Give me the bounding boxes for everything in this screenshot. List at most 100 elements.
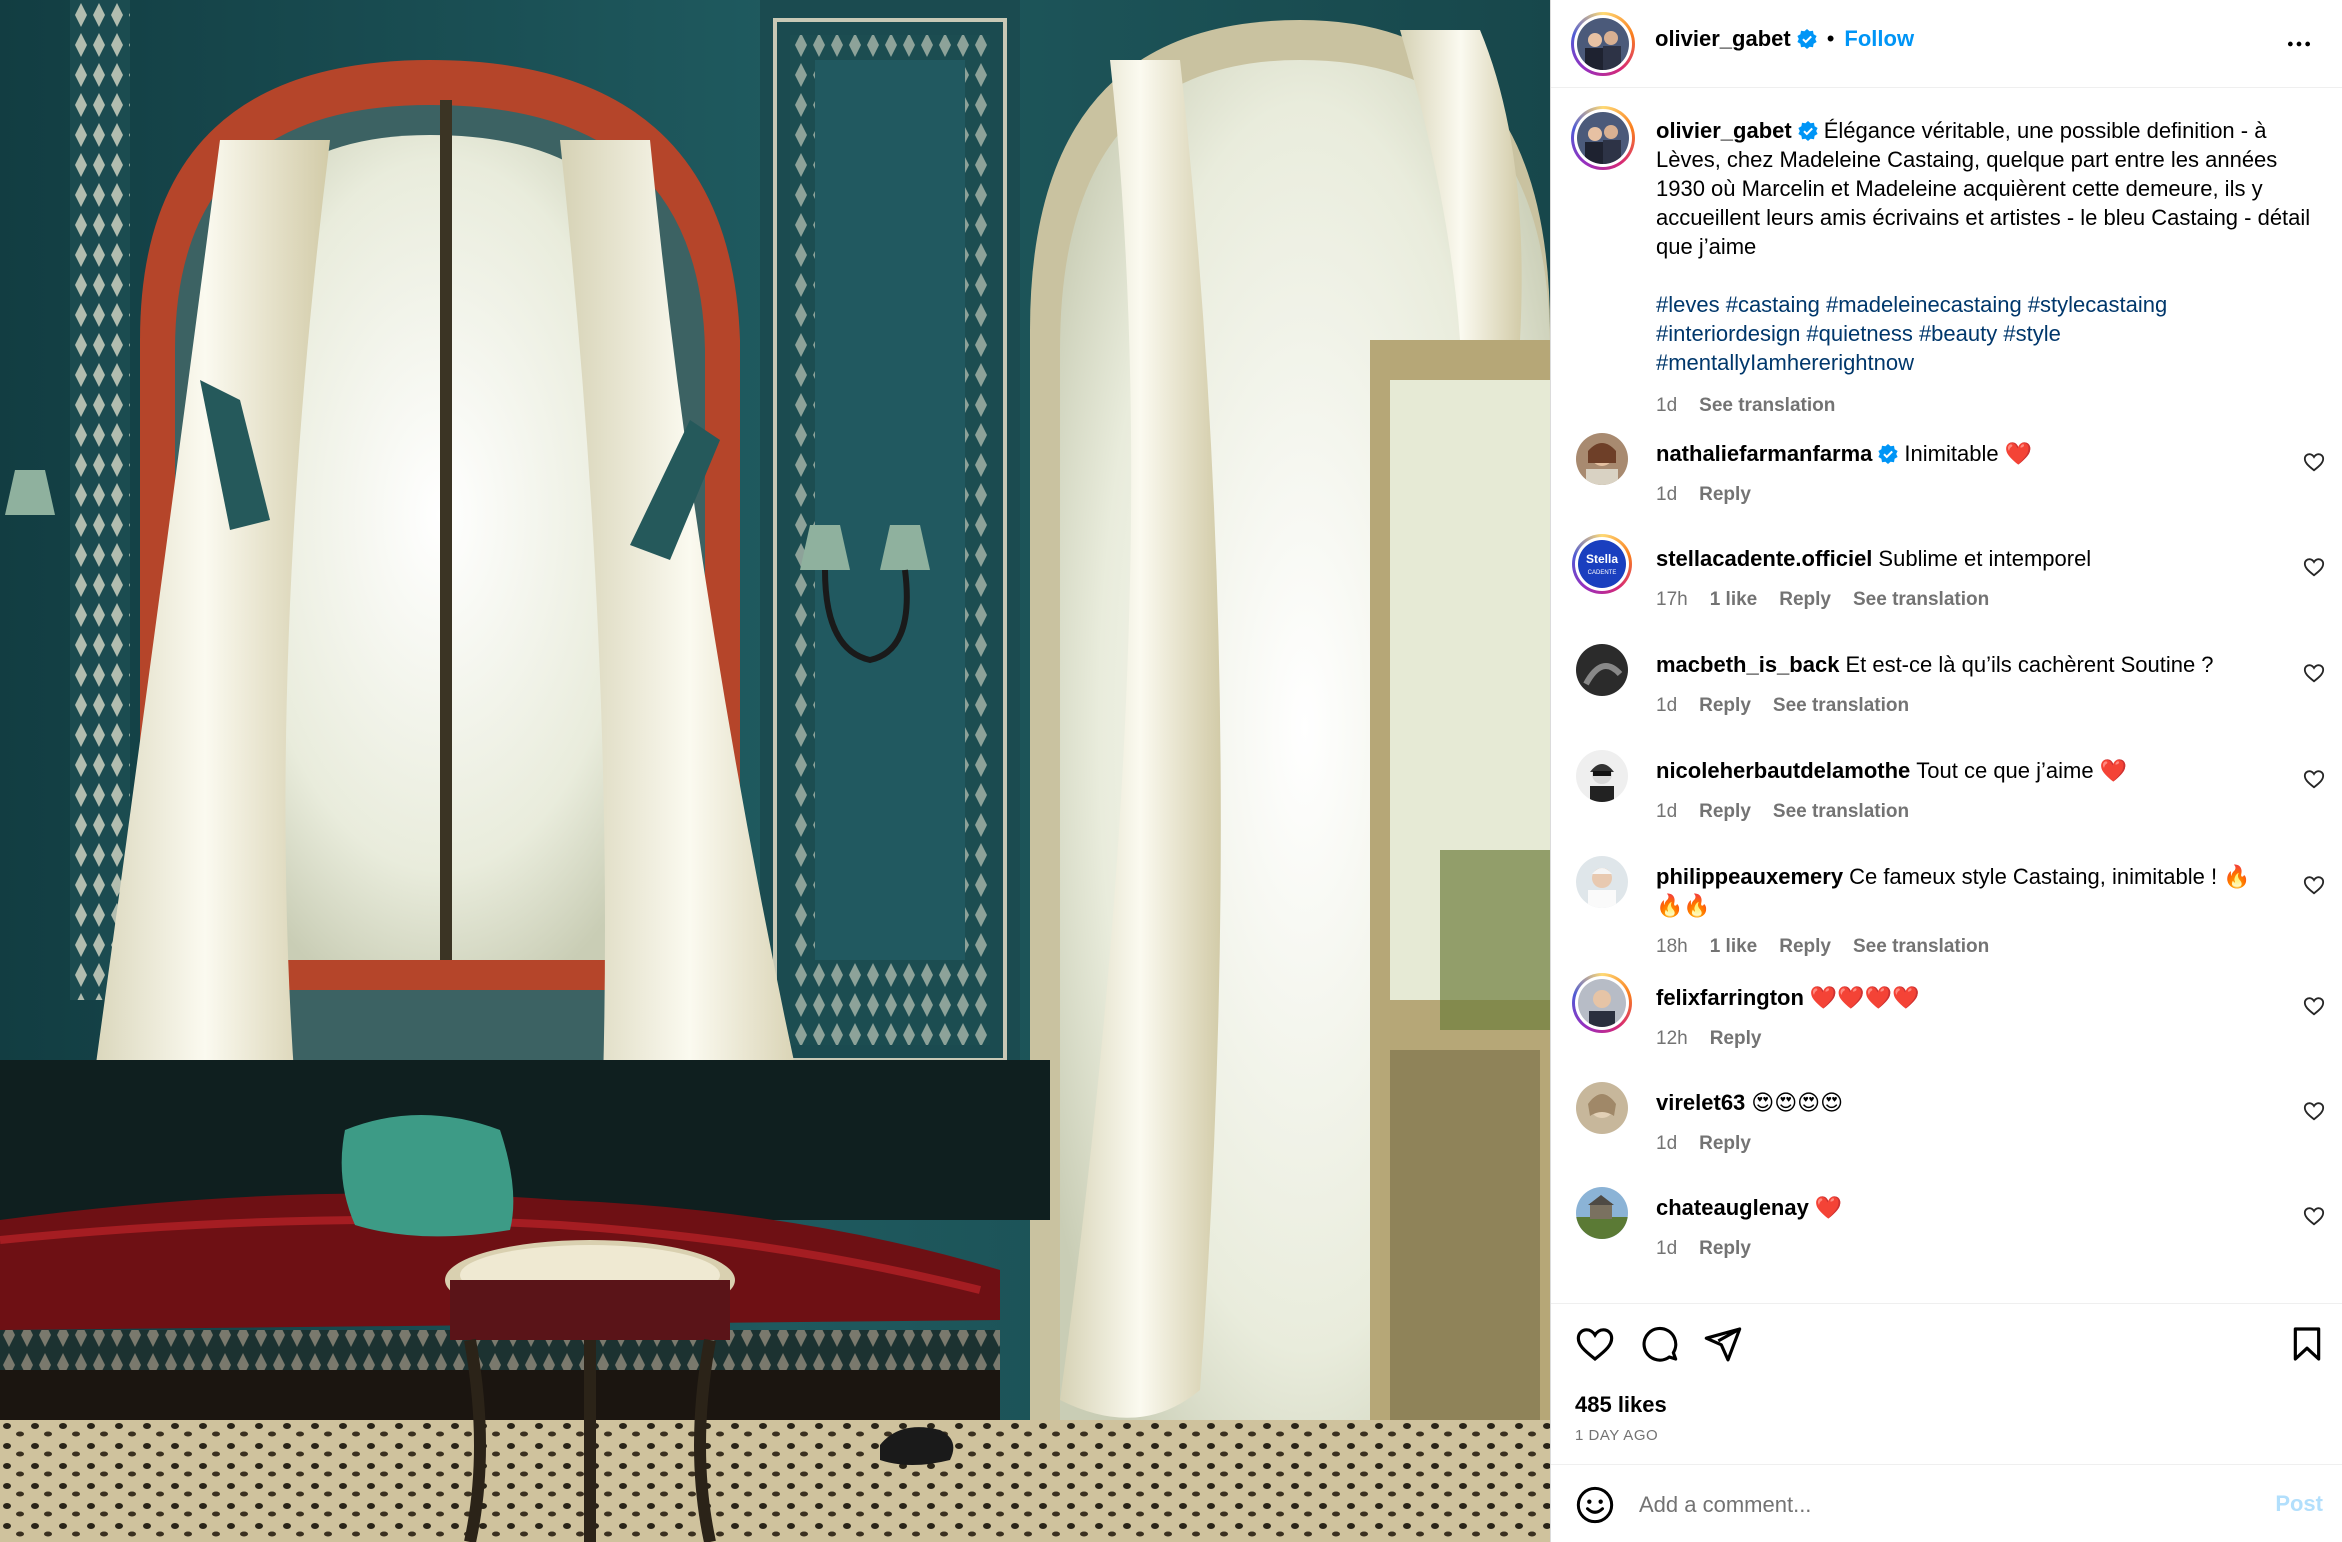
commenter-avatar[interactable] xyxy=(1576,856,1628,908)
comment-text: ❤️❤️❤️❤️ xyxy=(1809,985,1920,1010)
comment-see-translation[interactable]: See translation xyxy=(1853,936,1989,957)
comment-reply-button[interactable]: Reply xyxy=(1699,1238,1751,1259)
like-heart-icon[interactable] xyxy=(1575,1324,1615,1364)
comment-likes[interactable]: 1 like xyxy=(1710,589,1758,610)
svg-text:CADENTE: CADENTE xyxy=(1588,570,1617,576)
likes-count[interactable]: 485 likes xyxy=(1575,1392,1667,1418)
comment-like-heart-icon[interactable] xyxy=(2303,1100,2325,1122)
commenter-avatar-ring[interactable] xyxy=(1572,973,1632,1033)
caption-see-translation[interactable]: See translation xyxy=(1699,395,1835,416)
comment-like-heart-icon[interactable] xyxy=(2303,451,2325,473)
svg-text:Stella: Stella xyxy=(1586,552,1618,566)
commenter-avatar[interactable] xyxy=(1576,750,1628,802)
comment-time[interactable]: 1d xyxy=(1656,801,1677,822)
comment-meta: 1d Reply xyxy=(1656,480,2276,509)
follow-button[interactable]: Follow xyxy=(1844,26,1914,51)
comment-body: felixfarrington ❤️❤️❤️❤️ 12h Reply xyxy=(1656,983,2276,1053)
comment-body: stellacadente.officiel Sublime et intempo… xyxy=(1656,544,2276,614)
post-side-panel: olivier_gabet • Follow olivier_gabet Élégan… xyxy=(1550,0,2342,1542)
more-options-icon[interactable] xyxy=(2279,24,2319,64)
comment-see-translation[interactable]: See translation xyxy=(1773,695,1909,716)
comment-icon[interactable] xyxy=(1639,1324,1679,1364)
post-actions: 485 likes 1 DAY AGO Post xyxy=(1551,1303,2342,1542)
commenter-avatar[interactable] xyxy=(1576,644,1628,696)
separator-dot: • xyxy=(1826,26,1835,51)
comment-time[interactable]: 12h xyxy=(1656,1028,1688,1049)
comment-time[interactable]: 17h xyxy=(1656,589,1688,610)
comment-meta: 12h Reply xyxy=(1656,1024,2276,1053)
caption-avatar xyxy=(1577,112,1629,164)
commenter-avatar-ring[interactable]: Stella CADENTE xyxy=(1572,534,1632,594)
comment-like-heart-icon[interactable] xyxy=(2303,662,2325,684)
comments-list[interactable]: olivier_gabet Élégance véritable, une pos… xyxy=(1551,88,2342,1303)
comment-time[interactable]: 1d xyxy=(1656,1133,1677,1154)
comment-reply-button[interactable]: Reply xyxy=(1699,1133,1751,1154)
comment-meta: 1d Reply See translation xyxy=(1656,797,2276,826)
caption-time[interactable]: 1d xyxy=(1656,395,1677,416)
comment-username[interactable]: chateauglenay xyxy=(1656,1195,1809,1220)
caption-meta: 1d See translation xyxy=(1656,391,2316,420)
comment-reply-button[interactable]: Reply xyxy=(1710,1028,1762,1049)
comment-text: Et est-ce là qu’ils cachèrent Soutine ? xyxy=(1845,652,2214,677)
comment-body: nathaliefarmanfarma Inimitable ❤️ 1d Reply xyxy=(1656,439,2276,509)
comment-time[interactable]: 1d xyxy=(1656,1238,1677,1259)
emoji-icon[interactable] xyxy=(1575,1485,1615,1525)
author-avatar-ring[interactable] xyxy=(1571,12,1635,76)
commenter-avatar: Stella CADENTE xyxy=(1578,540,1626,588)
caption-username[interactable]: olivier_gabet xyxy=(1656,118,1792,143)
caption-avatar-ring[interactable] xyxy=(1571,106,1635,170)
comment-time[interactable]: 1d xyxy=(1656,484,1677,505)
post-date: 1 DAY AGO xyxy=(1575,1427,1659,1444)
verified-badge-icon xyxy=(1878,444,1899,464)
verified-badge-icon xyxy=(1798,121,1818,141)
comment-like-heart-icon[interactable] xyxy=(2303,768,2325,790)
comment-username[interactable]: felixfarrington xyxy=(1656,985,1804,1010)
comment-username[interactable]: nicoleherbautdelamothe xyxy=(1656,758,1910,783)
comment-like-heart-icon[interactable] xyxy=(2303,874,2325,896)
author-avatar xyxy=(1577,18,1629,70)
comment-text: ❤️ xyxy=(1814,1195,1843,1220)
comment-see-translation[interactable]: See translation xyxy=(1853,589,1989,610)
comment-like-heart-icon[interactable] xyxy=(2303,995,2325,1017)
comment-body: macbeth_is_back Et est-ce là qu’ils cachè… xyxy=(1656,650,2276,720)
verified-badge-icon xyxy=(1797,29,1817,49)
commenter-avatar[interactable] xyxy=(1576,1082,1628,1134)
share-icon[interactable] xyxy=(1703,1324,1743,1364)
comment-like-heart-icon[interactable] xyxy=(2303,1205,2325,1227)
comment-body: virelet63 😍😍😍😍 1d Reply xyxy=(1656,1088,2276,1158)
comment-username[interactable]: nathaliefarmanfarma xyxy=(1656,441,1872,466)
comment-text: 😍😍😍😍 xyxy=(1751,1090,1844,1115)
comment-see-translation[interactable]: See translation xyxy=(1773,801,1909,822)
comment-time[interactable]: 18h xyxy=(1656,936,1688,957)
comment-like-heart-icon[interactable] xyxy=(2303,556,2325,578)
comment-body: nicoleherbautdelamothe Tout ce que j’aime… xyxy=(1656,756,2276,826)
comment-username[interactable]: philippeauxemery xyxy=(1656,864,1843,889)
comment-time[interactable]: 1d xyxy=(1656,695,1677,716)
comment-reply-button[interactable]: Reply xyxy=(1699,801,1751,822)
comment-username[interactable]: stellacadente.officiel xyxy=(1656,546,1872,571)
comment-username[interactable]: virelet63 xyxy=(1656,1090,1745,1115)
post-image[interactable] xyxy=(0,0,1550,1542)
interior-photo xyxy=(0,0,1550,1542)
post-comment-button[interactable]: Post xyxy=(2275,1491,2323,1517)
comment-meta: 17h 1 like Reply See translation xyxy=(1656,585,2276,614)
comment-body: philippeauxemery Ce fameux style Castaing… xyxy=(1656,862,2276,961)
comment-body: chateauglenay ❤️ 1d Reply xyxy=(1656,1193,2276,1263)
add-comment-input[interactable] xyxy=(1639,1489,2199,1521)
save-bookmark-icon[interactable] xyxy=(2287,1324,2327,1364)
comment-meta: 1d Reply See translation xyxy=(1656,691,2276,720)
post-caption: olivier_gabet Élégance véritable, une pos… xyxy=(1656,116,2316,420)
commenter-avatar[interactable] xyxy=(1576,1187,1628,1239)
caption-hashtags[interactable]: #leves #castaing #madeleinecastaing #sty… xyxy=(1656,290,2316,377)
comment-text: Tout ce que j’aime ❤️ xyxy=(1916,758,2128,783)
comment-reply-button[interactable]: Reply xyxy=(1779,936,1831,957)
author-username[interactable]: olivier_gabet xyxy=(1655,26,1791,51)
comment-reply-button[interactable]: Reply xyxy=(1699,695,1751,716)
comment-text: Inimitable ❤️ xyxy=(1904,441,2033,466)
comment-username[interactable]: macbeth_is_back xyxy=(1656,652,1839,677)
comment-reply-button[interactable]: Reply xyxy=(1779,589,1831,610)
comment-reply-button[interactable]: Reply xyxy=(1699,484,1751,505)
commenter-avatar[interactable] xyxy=(1576,433,1628,485)
comment-likes[interactable]: 1 like xyxy=(1710,936,1758,957)
add-comment-bar: Post xyxy=(1551,1464,2342,1542)
